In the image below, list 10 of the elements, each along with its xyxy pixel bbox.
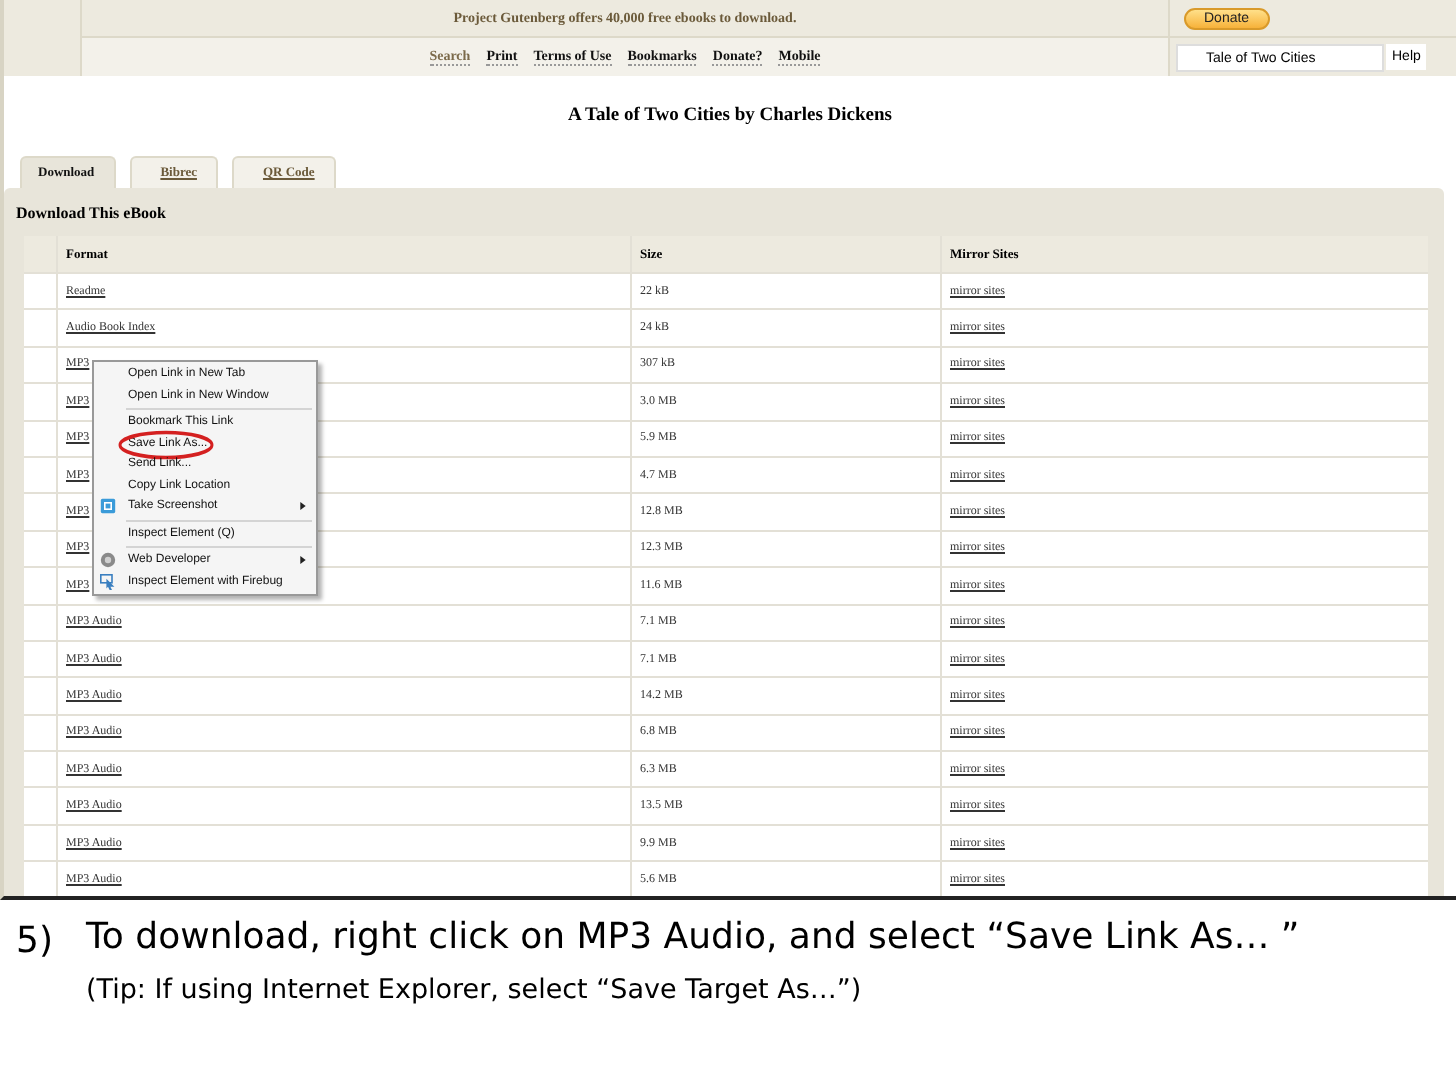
section-heading: Download This eBook [16, 203, 166, 221]
highlight-oval [118, 429, 214, 460]
submenu-arrow-icon [300, 502, 306, 511]
instruction-text: To download, right click on MP3 Audio, and select “Save Link As… ” (Tip: If using Internet Explorer, select “Save Target As…”) [86, 914, 1302, 1010]
gear-icon [100, 552, 116, 569]
step-number: 5) [16, 920, 55, 966]
page-title: A Tale of Two Cities by Charles Dickens [568, 105, 892, 125]
cursor-icon [100, 573, 116, 590]
screenshot-icon [100, 498, 116, 515]
submenu-arrow-icon [300, 556, 306, 565]
